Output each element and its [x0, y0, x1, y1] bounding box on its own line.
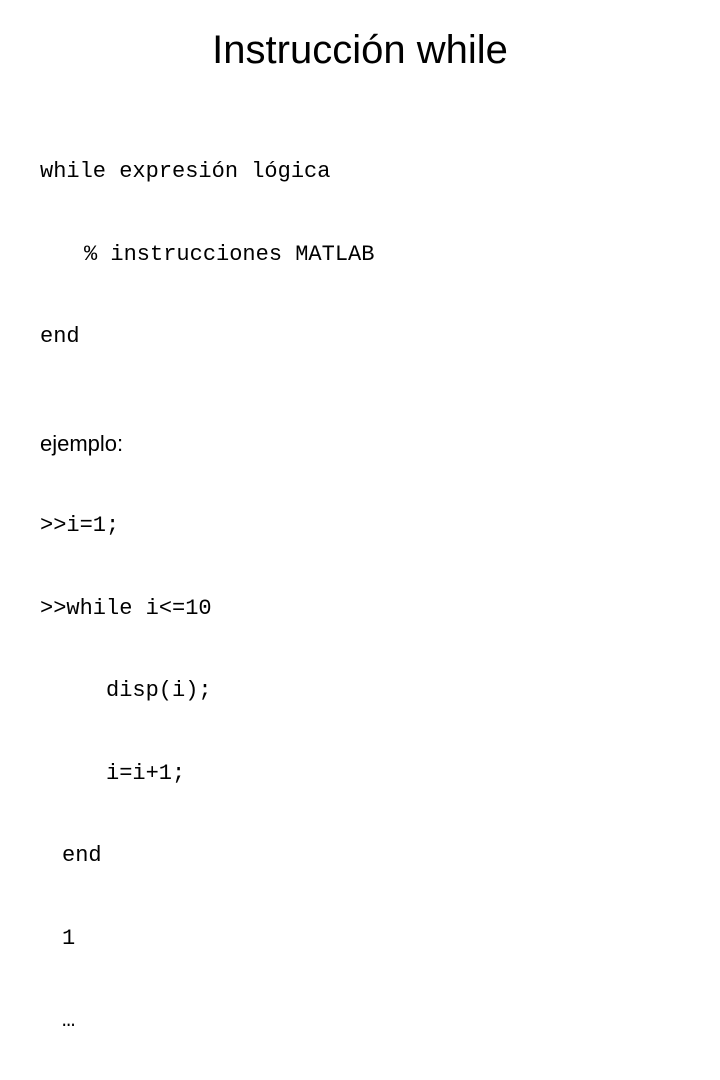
example-line: end — [40, 842, 680, 870]
syntax-line-end: end — [40, 323, 680, 351]
example-code: >>i=1; >>while i<=10 disp(i); i=i+1; end… — [40, 457, 680, 1080]
example-line: 1 — [40, 925, 680, 953]
example-line: >>i=1; — [40, 512, 680, 540]
slide: Instrucción while while expresión lógica… — [0, 0, 720, 540]
example-label: ejemplo: — [40, 430, 680, 458]
syntax-block: while expresión lógica % instrucciones M… — [40, 103, 680, 406]
syntax-line-while: while expresión lógica — [40, 158, 680, 186]
example-line: … — [40, 1007, 680, 1035]
example-line: disp(i); — [40, 677, 680, 705]
example-line: >>while i<=10 — [40, 595, 680, 623]
slide-title: Instrucción while — [40, 28, 680, 73]
syntax-line-body: % instrucciones MATLAB — [40, 241, 680, 269]
example-block: ejemplo: >>i=1; >>while i<=10 disp(i); i… — [40, 430, 680, 1080]
example-line: i=i+1; — [40, 760, 680, 788]
